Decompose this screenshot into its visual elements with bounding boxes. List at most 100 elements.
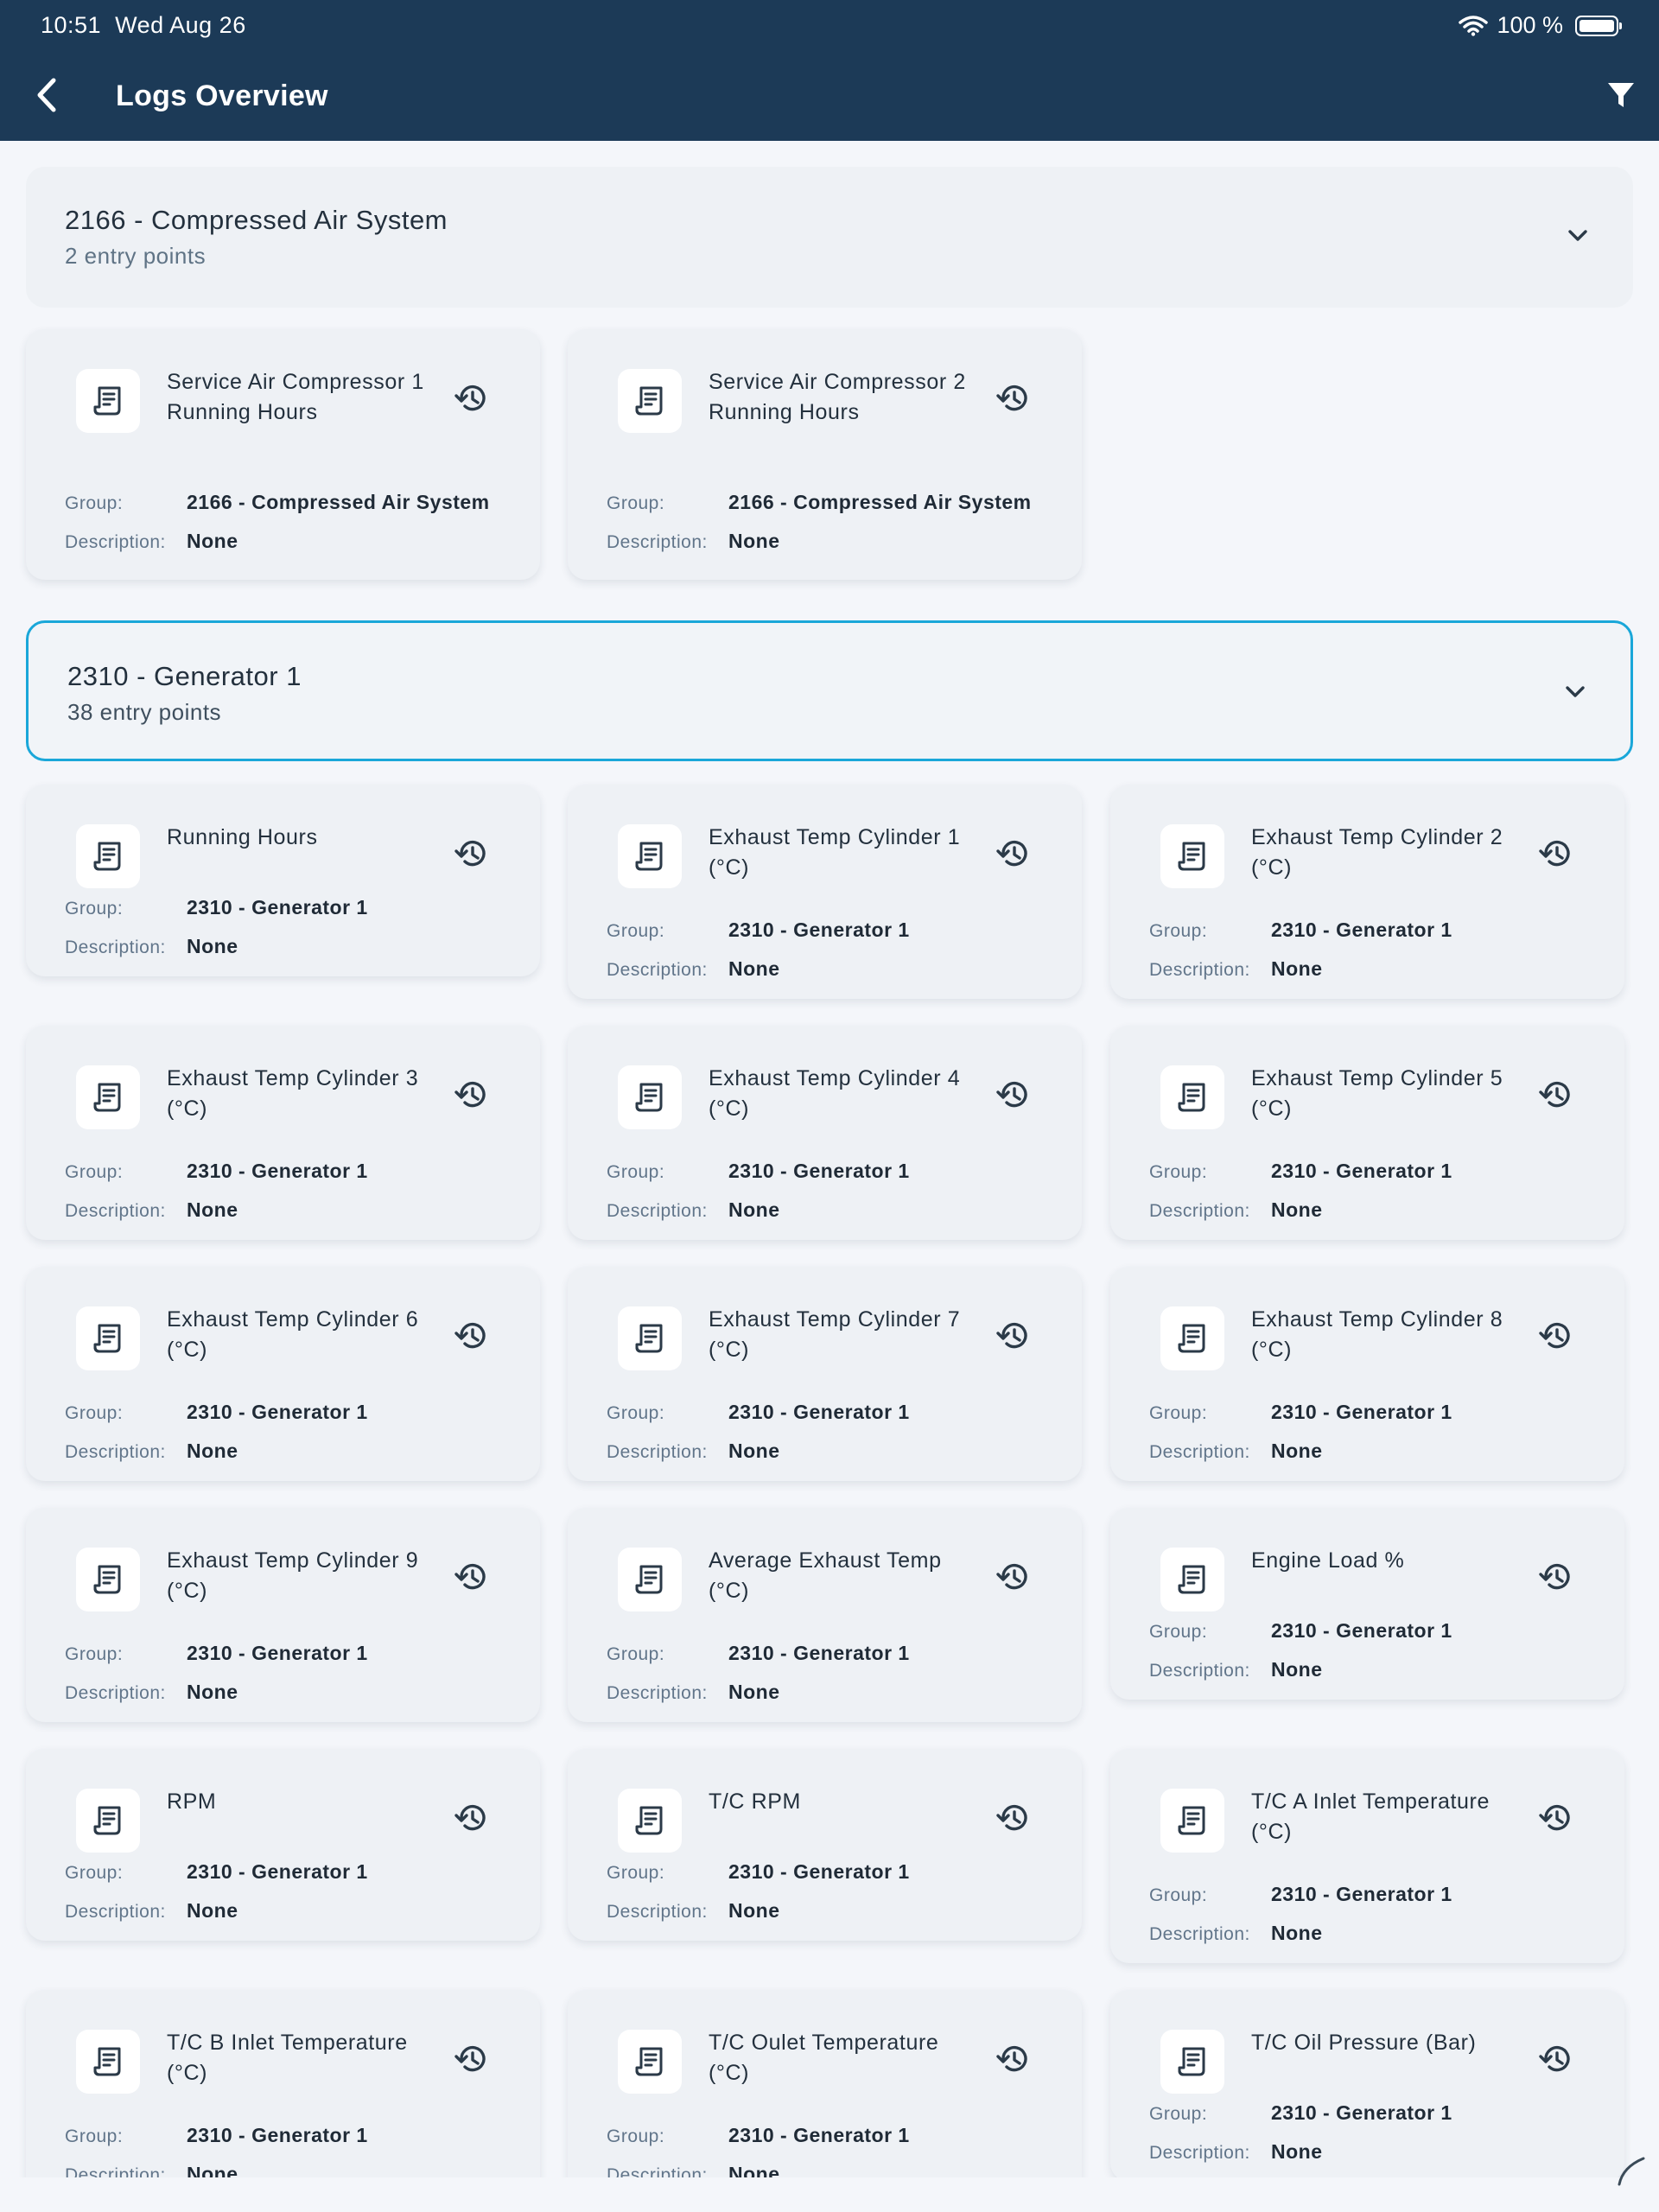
description-label: Description: — [607, 1201, 708, 1221]
expand-toggle[interactable] — [1566, 224, 1590, 248]
description-row: Description: None — [1149, 1922, 1323, 1945]
description-row: Description: None — [607, 1198, 780, 1222]
battery-percent: 100 % — [1497, 12, 1563, 38]
log-document-icon — [635, 1565, 663, 1594]
description-value: None — [187, 1440, 238, 1462]
log-entry-title: T/C B Inlet Temperature (°C) — [167, 2031, 408, 2085]
group-label: Group: — [1149, 921, 1208, 941]
log-document-icon — [635, 386, 663, 416]
description-value: None — [187, 935, 238, 957]
log-icon-box — [618, 369, 682, 433]
expand-toggle[interactable] — [1563, 680, 1587, 704]
log-entry-card[interactable]: T/C Oulet Temperature (°C) Group: 2310 - G… — [568, 1990, 1082, 2177]
history-button[interactable] — [994, 1076, 1032, 1114]
description-row: Description: None — [1149, 2140, 1323, 2164]
log-entry-card[interactable]: Engine Load % Group: 2310 - Generator 1 Des… — [1110, 1508, 1624, 1700]
description-row: Description: None — [607, 1899, 780, 1923]
history-button[interactable] — [1536, 1558, 1574, 1596]
log-entry-title: Exhaust Temp Cylinder 7 (°C) — [709, 1307, 961, 1362]
description-row: Description: None — [607, 1681, 780, 1704]
log-entry-card[interactable]: Service Air Compressor 1 Running Hours Gr… — [26, 329, 540, 580]
history-button[interactable] — [452, 1317, 490, 1355]
description-label: Description: — [607, 1683, 708, 1703]
log-document-icon — [93, 2047, 121, 2076]
description-value: None — [1271, 1440, 1323, 1462]
back-button[interactable] — [29, 74, 64, 116]
history-button[interactable] — [994, 1799, 1032, 1837]
filter-button[interactable] — [1605, 79, 1640, 114]
log-entry-title: T/C RPM — [709, 1789, 801, 1814]
history-icon — [454, 385, 486, 411]
log-entry-card[interactable]: Exhaust Temp Cylinder 9 (°C) Group: 2310 -… — [26, 1508, 540, 1722]
group-value: 2310 - Generator 1 — [1271, 1160, 1452, 1182]
history-button[interactable] — [994, 2040, 1032, 2078]
group-header[interactable]: 2310 - Generator 1 38 entry points — [26, 620, 1633, 761]
history-button[interactable] — [1536, 2040, 1574, 2078]
log-document-icon — [1178, 1806, 1205, 1835]
history-icon — [454, 1563, 486, 1590]
log-entry-card[interactable]: Average Exhaust Temp (°C) Group: 2310 - Ge… — [568, 1508, 1082, 1722]
log-entry-card[interactable]: Service Air Compressor 2 Running Hours Gr… — [568, 329, 1082, 580]
group-row: Group: 2310 - Generator 1 — [607, 1642, 910, 1665]
history-button[interactable] — [994, 379, 1032, 417]
history-button[interactable] — [452, 1799, 490, 1837]
history-button[interactable] — [452, 1076, 490, 1114]
log-entry-card[interactable]: Running Hours Group: 2310 - Generator 1 Des… — [26, 785, 540, 976]
page-title: Logs Overview — [116, 79, 328, 112]
description-value: None — [187, 1681, 238, 1703]
group-entry-count: 38 entry points — [67, 699, 222, 725]
battery-icon — [1575, 15, 1622, 36]
history-button[interactable] — [1536, 1076, 1574, 1114]
log-entry-card[interactable]: Exhaust Temp Cylinder 3 (°C) Group: 2310 -… — [26, 1026, 540, 1240]
log-document-icon — [635, 1806, 663, 1835]
description-label: Description: — [65, 532, 166, 552]
group-row: Group: 2166 - Compressed Air System — [65, 491, 490, 514]
history-button[interactable] — [994, 835, 1032, 873]
log-icon-box — [76, 824, 140, 888]
description-row: Description: None — [65, 530, 238, 553]
group-value: 2310 - Generator 1 — [728, 1160, 910, 1182]
log-entry-card[interactable]: T/C Oil Pressure (Bar) Group: 2310 - Gener… — [1110, 1990, 1624, 2177]
log-entry-title: Engine Load % — [1251, 1548, 1405, 1573]
log-icon-box — [1160, 2030, 1224, 2094]
history-icon — [454, 1081, 486, 1108]
group-label: Group: — [65, 493, 124, 513]
log-document-icon — [93, 1324, 121, 1353]
status-date: Wed Aug 26 — [115, 12, 246, 38]
log-entry-card[interactable]: Exhaust Temp Cylinder 1 (°C) Group: 2310 -… — [568, 785, 1082, 999]
history-button[interactable] — [452, 835, 490, 873]
log-entry-title: Service Air Compressor 1 Running Hours — [167, 370, 424, 424]
log-entry-card[interactable]: Exhaust Temp Cylinder 5 (°C) Group: 2310 -… — [1110, 1026, 1624, 1240]
log-icon-box — [76, 2030, 140, 2094]
log-entry-card[interactable]: T/C A Inlet Temperature (°C) Group: 2310 -… — [1110, 1749, 1624, 1963]
log-entry-card[interactable]: RPM Group: 2310 - Generator 1 Description: N… — [26, 1749, 540, 1941]
description-row: Description: None — [607, 2163, 780, 2177]
group-header[interactable]: 2166 - Compressed Air System 2 entry poin… — [26, 167, 1633, 308]
group-value: 2310 - Generator 1 — [1271, 1401, 1452, 1423]
log-entry-card[interactable]: Exhaust Temp Cylinder 7 (°C) Group: 2310 -… — [568, 1267, 1082, 1481]
history-button[interactable] — [452, 379, 490, 417]
history-button[interactable] — [452, 1558, 490, 1596]
description-value: None — [728, 957, 780, 980]
log-entry-card[interactable]: Exhaust Temp Cylinder 6 (°C) Group: 2310 -… — [26, 1267, 540, 1481]
history-button[interactable] — [1536, 1799, 1574, 1837]
history-button[interactable] — [994, 1317, 1032, 1355]
description-label: Description: — [1149, 2143, 1250, 2163]
history-button[interactable] — [994, 1558, 1032, 1596]
group-value: 2310 - Generator 1 — [1271, 2101, 1452, 2124]
log-entry-card[interactable]: Exhaust Temp Cylinder 8 (°C) Group: 2310 -… — [1110, 1267, 1624, 1481]
description-label: Description: — [1149, 1442, 1250, 1462]
group-row: Group: 2310 - Generator 1 — [65, 1401, 368, 1424]
log-entry-card[interactable]: Exhaust Temp Cylinder 4 (°C) Group: 2310 -… — [568, 1026, 1082, 1240]
history-button[interactable] — [452, 2040, 490, 2078]
log-groups-list[interactable]: 2166 - Compressed Air System 2 entry poin… — [0, 141, 1659, 2177]
group-row: Group: 2310 - Generator 1 — [65, 896, 368, 919]
history-button[interactable] — [1536, 835, 1574, 873]
log-entry-card[interactable]: Exhaust Temp Cylinder 2 (°C) Group: 2310 -… — [1110, 785, 1624, 999]
history-icon — [1539, 2045, 1570, 2072]
history-button[interactable] — [1536, 1317, 1574, 1355]
log-entry-card[interactable]: T/C B Inlet Temperature (°C) Group: 2310 -… — [26, 1990, 540, 2177]
description-value: None — [728, 1681, 780, 1703]
description-value: None — [187, 530, 238, 552]
log-entry-card[interactable]: T/C RPM Group: 2310 - Generator 1 Descripti… — [568, 1749, 1082, 1941]
